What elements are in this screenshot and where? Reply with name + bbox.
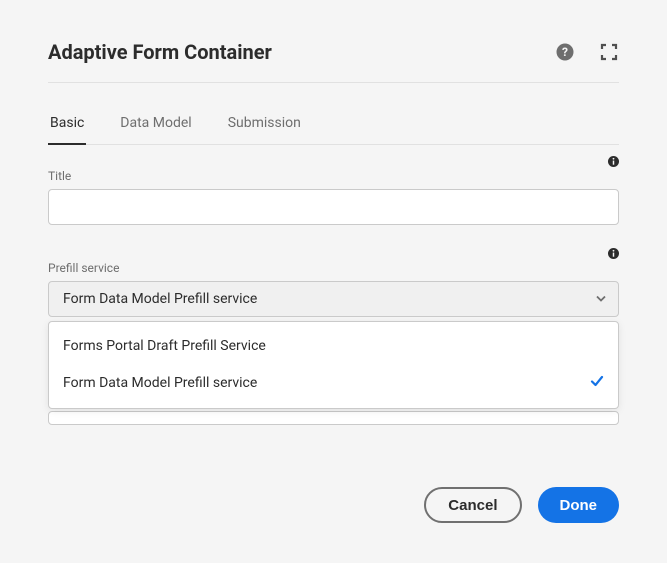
info-icon[interactable] bbox=[607, 247, 619, 259]
dialog-title: Adaptive Form Container bbox=[48, 40, 272, 64]
tab-basic[interactable]: Basic bbox=[48, 103, 86, 144]
title-input[interactable] bbox=[48, 189, 619, 225]
info-icon[interactable] bbox=[607, 155, 619, 167]
done-button[interactable]: Done bbox=[538, 487, 620, 523]
cancel-button[interactable]: Cancel bbox=[424, 487, 521, 523]
dialog-header: Adaptive Form Container ? bbox=[48, 40, 619, 83]
field-title-label-row bbox=[48, 155, 619, 169]
prefill-option-0[interactable]: Forms Portal Draft Prefill Service bbox=[49, 328, 618, 364]
collapsed-block bbox=[48, 411, 619, 425]
help-icon[interactable]: ? bbox=[555, 42, 575, 62]
prefill-selected-value: Form Data Model Prefill service bbox=[63, 291, 257, 307]
field-title-group: Title bbox=[48, 155, 619, 225]
prefill-option-label: Form Data Model Prefill service bbox=[63, 375, 257, 391]
fullscreen-icon[interactable] bbox=[599, 42, 619, 62]
dialog-footer: Cancel Done bbox=[48, 487, 619, 523]
tab-submission[interactable]: Submission bbox=[226, 103, 303, 144]
title-label: Title bbox=[48, 169, 619, 189]
prefill-label: Prefill service bbox=[48, 261, 619, 281]
tab-list: Basic Data Model Submission bbox=[48, 103, 619, 145]
svg-text:?: ? bbox=[562, 45, 568, 59]
tab-data-model[interactable]: Data Model bbox=[118, 103, 193, 144]
check-icon bbox=[590, 374, 604, 392]
prefill-dropdown: Forms Portal Draft Prefill Service Form … bbox=[48, 321, 619, 409]
prefill-select[interactable]: Form Data Model Prefill service bbox=[48, 281, 619, 317]
dialog-container: Adaptive Form Container ? Basic Data Mod… bbox=[0, 0, 667, 551]
header-actions: ? bbox=[555, 42, 619, 62]
field-prefill-group: Prefill service Form Data Model Prefill … bbox=[48, 247, 619, 425]
prefill-option-label: Forms Portal Draft Prefill Service bbox=[63, 338, 266, 354]
prefill-option-1[interactable]: Form Data Model Prefill service bbox=[49, 364, 618, 402]
field-prefill-label-row bbox=[48, 247, 619, 261]
prefill-select-wrapper: Form Data Model Prefill service Forms Po… bbox=[48, 281, 619, 317]
